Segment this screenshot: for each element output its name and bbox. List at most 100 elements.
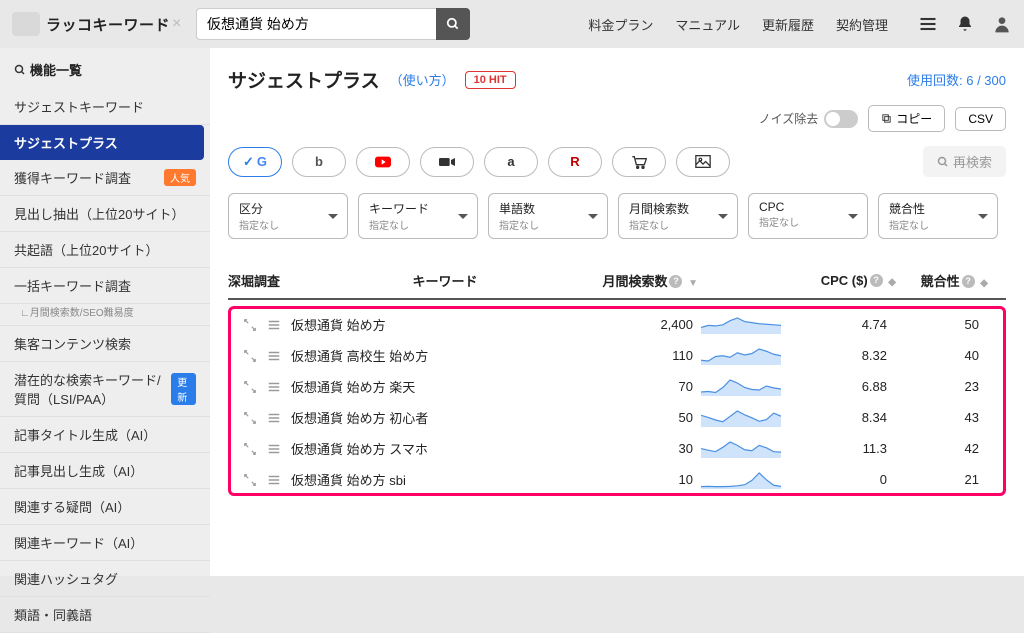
sidebar-item[interactable]: 類語・同義語 [0, 597, 210, 633]
nav-plan[interactable]: 料金プラン [588, 15, 653, 34]
table-row: 仮想通貨 始め方 楽天706.8823 [231, 371, 1003, 402]
table-row: 仮想通貨 始め方2,4004.7450 [231, 309, 1003, 340]
bell-icon[interactable] [956, 15, 974, 33]
keyword-cell[interactable]: 仮想通貨 始め方 初心者 [281, 408, 613, 427]
help-icon[interactable]: ? [962, 275, 975, 288]
keyword-cell[interactable]: 仮想通貨 始め方 [281, 315, 613, 334]
filter-select[interactable]: CPC指定なし [748, 193, 868, 239]
sidebar-item[interactable]: サジェストプラス [0, 125, 204, 160]
user-icon[interactable] [992, 14, 1012, 34]
filter-select[interactable]: 月間検索数指定なし [618, 193, 738, 239]
cpc-cell: 0 [793, 472, 903, 487]
col-competition[interactable]: 競合性? ◆ [906, 271, 1006, 290]
sidebar-item[interactable]: 獲得キーワード調査人気 [0, 160, 210, 196]
filter-label: 区分 [239, 200, 319, 217]
keyword-cell[interactable]: 仮想通貨 高校生 始め方 [281, 346, 613, 365]
cart-icon [631, 155, 647, 169]
expand-icon[interactable] [243, 318, 257, 332]
keyword-cell[interactable]: 仮想通貨 始め方 sbi [281, 470, 613, 489]
cpc-cell: 8.34 [793, 410, 903, 425]
sidebar-header-label: 機能一覧 [30, 60, 82, 79]
filter-select[interactable]: キーワード指定なし [358, 193, 478, 239]
clear-icon[interactable]: × [172, 15, 181, 33]
list-icon[interactable] [267, 318, 281, 332]
sidebar-item[interactable]: 関連ハッシュタグ [0, 561, 210, 597]
competition-cell: 50 [903, 317, 1003, 332]
sidebar-item[interactable]: 集客コンテンツ検索 [0, 326, 210, 362]
copy-button[interactable]: コピー [868, 105, 945, 132]
sparkline [701, 440, 781, 458]
sidebar-item[interactable]: 見出し抽出（上位20サイト） [0, 196, 210, 232]
col-keyword[interactable]: キーワード [314, 271, 576, 290]
filter-value: 指定なし [499, 217, 579, 232]
expand-icon[interactable] [243, 411, 257, 425]
list-icon[interactable] [267, 473, 281, 487]
sidebar-item[interactable]: 記事見出し生成（AI） [0, 453, 210, 489]
sparkline [701, 471, 781, 489]
col-cpc[interactable]: CPC ($)? ◆ [796, 273, 906, 288]
competition-cell: 43 [903, 410, 1003, 425]
search-input[interactable] [196, 8, 436, 40]
list-icon[interactable] [267, 380, 281, 394]
expand-icon[interactable] [243, 349, 257, 363]
sidebar-badge: 更新 [171, 373, 196, 405]
top-header: ラッコキーワード × 料金プラン マニュアル 更新履歴 契約管理 [0, 0, 1024, 48]
competition-cell: 23 [903, 379, 1003, 394]
engine-video[interactable] [420, 147, 474, 177]
noise-toggle[interactable] [824, 110, 858, 128]
sidebar-item-label: 共起語（上位20サイト） [14, 240, 158, 259]
research-button[interactable]: 再検索 [923, 146, 1006, 177]
keyword-cell[interactable]: 仮想通貨 始め方 スマホ [281, 439, 613, 458]
engine-amazon[interactable]: a [484, 147, 538, 177]
engine-youtube[interactable] [356, 147, 410, 177]
sidebar: 機能一覧 サジェストキーワードサジェストプラス獲得キーワード調査人気見出し抽出（… [0, 48, 210, 576]
filter-select[interactable]: 競合性指定なし [878, 193, 998, 239]
sort-icon: ◆ [980, 278, 988, 289]
engine-shopping[interactable] [612, 147, 666, 177]
sidebar-item[interactable]: 関連する疑問（AI） [0, 489, 210, 525]
nav-history[interactable]: 更新履歴 [762, 15, 814, 34]
sidebar-item[interactable]: 記事タイトル生成（AI） [0, 417, 210, 453]
sparkline [701, 316, 781, 334]
col-volume[interactable]: 月間検索数? ▼ [576, 271, 706, 290]
keyword-cell[interactable]: 仮想通貨 始め方 楽天 [281, 377, 613, 396]
help-icon[interactable]: ? [669, 275, 682, 288]
nav-contract[interactable]: 契約管理 [836, 15, 888, 34]
brand-name: ラッコキーワード [46, 14, 170, 35]
sidebar-item[interactable]: 一括キーワード調査 [0, 268, 210, 304]
list-icon[interactable] [267, 442, 281, 456]
filter-value: 指定なし [369, 217, 449, 232]
brand-logo[interactable]: ラッコキーワード [12, 12, 170, 36]
search-icon [446, 17, 460, 31]
engine-image[interactable] [676, 147, 730, 177]
sidebar-item-label: サジェストプラス [14, 133, 118, 152]
sidebar-item[interactable]: 関連キーワード（AI） [0, 525, 210, 561]
filter-select[interactable]: 単語数指定なし [488, 193, 608, 239]
sidebar-item-label: 記事見出し生成（AI） [14, 461, 143, 480]
help-icon[interactable]: ? [870, 274, 883, 287]
sidebar-subtext: ∟月間検索数/SEO難易度 [0, 304, 210, 326]
engine-tabs: G b a R 再検索 [228, 146, 1006, 177]
usage-count: 使用回数: 6 / 300 [907, 70, 1006, 89]
sidebar-item[interactable]: 共起語（上位20サイト） [0, 232, 210, 268]
volume-cell: 2,400 [613, 317, 693, 332]
expand-icon[interactable] [243, 473, 257, 487]
engine-rakuten[interactable]: R [548, 147, 602, 177]
expand-icon[interactable] [243, 380, 257, 394]
menu-icon[interactable] [918, 14, 938, 34]
csv-button[interactable]: CSV [955, 107, 1006, 131]
cpc-cell: 8.32 [793, 348, 903, 363]
filter-select[interactable]: 区分指定なし [228, 193, 348, 239]
expand-icon[interactable] [243, 442, 257, 456]
search-button[interactable] [436, 8, 470, 40]
volume-cell: 30 [613, 441, 693, 456]
list-icon[interactable] [267, 349, 281, 363]
sidebar-item[interactable]: サジェストキーワード [0, 89, 210, 125]
howto-link[interactable]: （使い方） [390, 70, 455, 89]
engine-bing[interactable]: b [292, 147, 346, 177]
sidebar-item[interactable]: 潜在的な検索キーワード/質問（LSI/PAA）更新 [0, 362, 210, 417]
engine-google[interactable]: G [228, 147, 282, 177]
nav-manual[interactable]: マニュアル [675, 15, 740, 34]
list-icon[interactable] [267, 411, 281, 425]
sparkline [701, 378, 781, 396]
